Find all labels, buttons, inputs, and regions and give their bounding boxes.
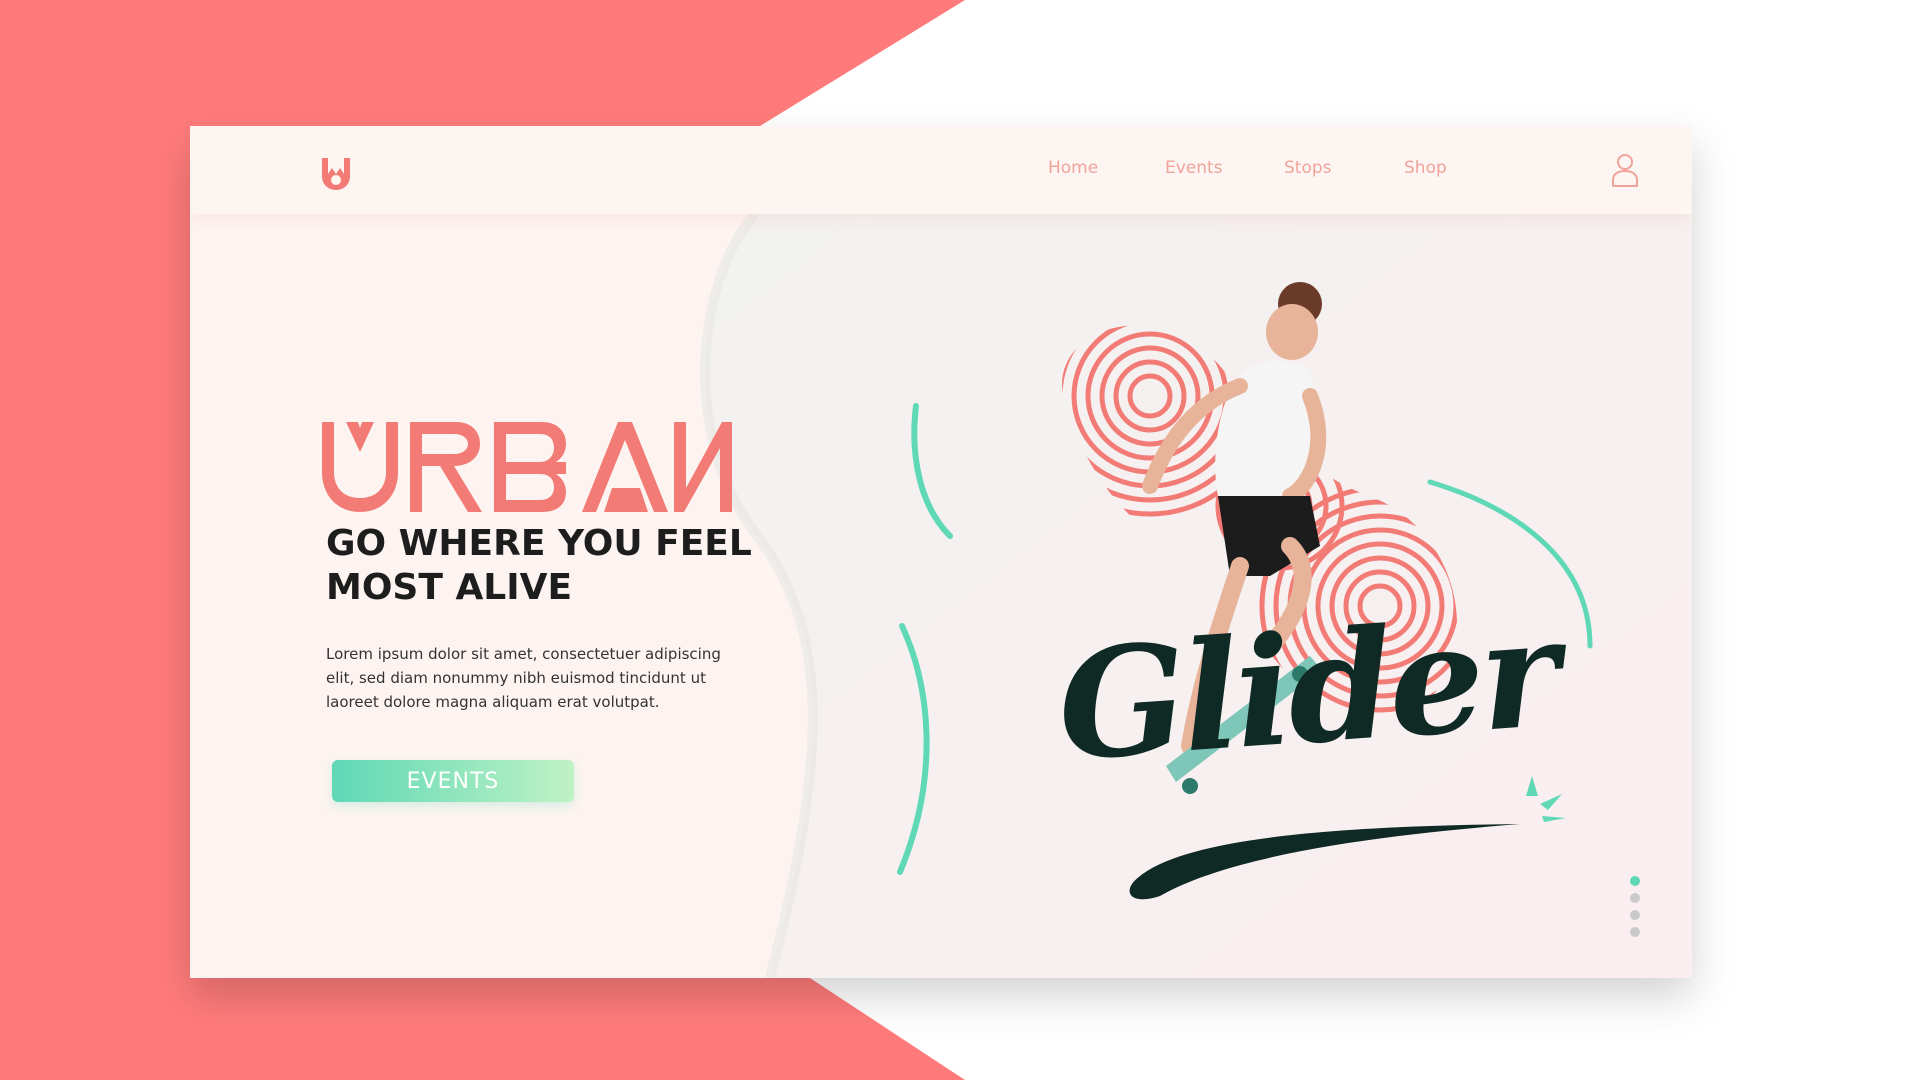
brand-logo[interactable] (320, 156, 352, 192)
nav-events[interactable]: Events (1165, 158, 1223, 178)
pager-dot[interactable] (1630, 893, 1640, 903)
pager-dot[interactable] (1630, 927, 1640, 937)
top-nav: Home Events Stops Shop (190, 126, 1692, 214)
nav-shop[interactable]: Shop (1404, 158, 1447, 178)
nav-home[interactable]: Home (1048, 158, 1098, 178)
slide-pager (1630, 876, 1642, 946)
hero-headline: GO WHERE YOU FEEL MOST ALIVE (326, 523, 752, 608)
urban-wordmark (322, 422, 732, 512)
landing-card: Glider Home Events Stops Shop GO WHERE Y… (190, 126, 1692, 978)
nav-stops[interactable]: Stops (1284, 158, 1332, 178)
pager-dot[interactable] (1630, 876, 1640, 886)
hero-body-text: Lorem ipsum dolor sit amet, consectetuer… (326, 645, 721, 711)
pager-dot[interactable] (1630, 910, 1640, 920)
swoosh-stroke (1129, 776, 1566, 900)
script-wordmark: Glider (1052, 584, 1561, 795)
user-icon[interactable] (1610, 152, 1640, 188)
events-button[interactable]: EVENTS (332, 760, 574, 802)
